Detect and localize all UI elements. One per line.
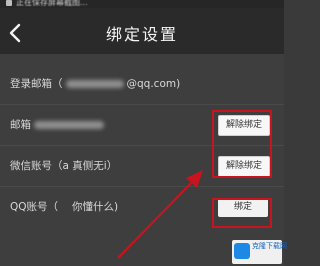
watermark-logo-icon [234,243,250,259]
annotation-arrow [117,170,203,259]
site-watermark: 克隆下载网 [232,240,287,264]
watermark-name: 克隆下载网 [252,242,287,250]
